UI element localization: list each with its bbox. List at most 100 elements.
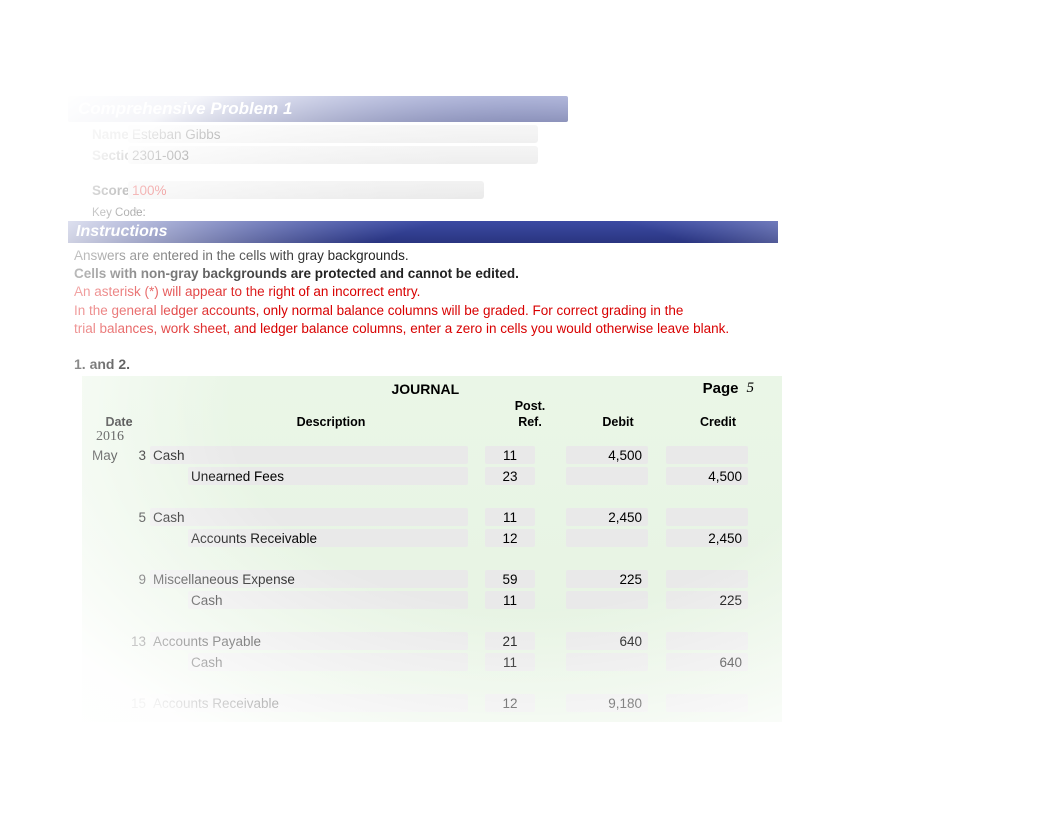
journal-table: JOURNAL Page 5 Post. Date Description Re… — [82, 376, 782, 722]
keycode-row: Key Code: 2 — [68, 207, 788, 219]
journal-gap-row — [88, 549, 776, 569]
credit-cell[interactable] — [666, 508, 748, 526]
section-label: Section: — [68, 148, 128, 163]
debit-outer: 640 — [548, 632, 648, 650]
keycode-label: Key Code: — [68, 207, 128, 219]
day-cell: 3 — [122, 448, 150, 463]
description-outer: Accounts Payable — [150, 632, 472, 650]
problem-title-bar: Comprehensive Problem 1 — [68, 96, 568, 122]
debit-outer: 2,450 — [548, 508, 648, 526]
debit-outer: 9,180 — [548, 694, 648, 712]
instruction-line-1: Answers are entered in the cells with gr… — [74, 247, 772, 265]
journal-column-headers: Post. — [88, 399, 776, 413]
debit-outer — [548, 467, 648, 485]
post-ref-cell[interactable]: 11 — [485, 446, 535, 464]
post-ref-cell[interactable]: 11 — [485, 591, 535, 609]
journal-gap-row — [88, 673, 776, 693]
journal-row: Cash 11 225 — [88, 590, 776, 610]
name-input[interactable]: Esteban Gibbs — [128, 125, 538, 143]
instructions-title: Instructions — [76, 223, 168, 240]
day-cell: 13 — [122, 634, 150, 649]
post-ref-outer: 11 — [472, 653, 548, 671]
debit-cell[interactable] — [566, 467, 648, 485]
debit-cell[interactable] — [566, 653, 648, 671]
credit-outer — [648, 632, 748, 650]
journal-row: 5Cash 11 2,450 — [88, 507, 776, 527]
description-cell[interactable]: Accounts Payable — [150, 632, 468, 650]
post-ref-header-bottom: Ref. — [492, 415, 568, 429]
post-ref-cell[interactable]: 59 — [485, 570, 535, 588]
post-ref-outer: 59 — [472, 570, 548, 588]
description-outer: Accounts Receivable — [150, 694, 472, 712]
credit-cell[interactable] — [666, 694, 748, 712]
journal-row: Accounts Receivable 12 2,450 — [88, 528, 776, 548]
post-ref-cell[interactable]: 21 — [485, 632, 535, 650]
description-outer: Cash — [150, 653, 472, 671]
debit-cell[interactable] — [566, 529, 648, 547]
month-cell: May — [88, 448, 122, 463]
debit-outer: 4,500 — [548, 446, 648, 464]
debit-cell[interactable]: 2,450 — [566, 508, 648, 526]
post-ref-outer: 11 — [472, 591, 548, 609]
credit-outer — [648, 694, 748, 712]
credit-outer — [648, 446, 748, 464]
debit-header: Debit — [568, 415, 668, 429]
journal-row: 9Miscellaneous Expense59225 — [88, 569, 776, 589]
description-cell[interactable]: Cash — [150, 508, 468, 526]
problem-title: Comprehensive Problem 1 — [78, 99, 292, 118]
score-cell: 100% — [128, 181, 484, 199]
credit-cell[interactable] — [666, 570, 748, 588]
post-ref-cell[interactable]: 11 — [485, 508, 535, 526]
credit-cell[interactable] — [666, 632, 748, 650]
debit-outer: 225 — [548, 570, 648, 588]
credit-cell[interactable]: 2,450 — [666, 529, 748, 547]
credit-cell[interactable]: 225 — [666, 591, 748, 609]
journal-gap-row — [88, 487, 776, 507]
credit-cell[interactable] — [666, 446, 748, 464]
post-ref-cell[interactable]: 12 — [485, 694, 535, 712]
debit-cell[interactable]: 225 — [566, 570, 648, 588]
debit-cell[interactable]: 640 — [566, 632, 648, 650]
debit-cell[interactable]: 9,180 — [566, 694, 648, 712]
description-cell[interactable]: Miscellaneous Expense — [150, 570, 468, 588]
section-input[interactable]: 2301-003 — [128, 146, 538, 164]
journal-title: JOURNAL — [148, 381, 703, 397]
description-cell[interactable]: Cash — [188, 591, 468, 609]
credit-cell[interactable]: 4,500 — [666, 467, 748, 485]
debit-cell[interactable] — [566, 591, 648, 609]
journal-title-row: JOURNAL Page 5 — [88, 380, 776, 397]
description-outer: Accounts Receivable — [150, 529, 472, 547]
debit-outer — [548, 529, 648, 547]
post-ref-cell[interactable]: 11 — [485, 653, 535, 671]
section-value: 2301-003 — [132, 148, 189, 163]
post-ref-outer: 12 — [472, 694, 548, 712]
page-label: Page — [703, 380, 743, 397]
description-cell[interactable]: Unearned Fees — [188, 467, 468, 485]
name-row: Name: Esteban Gibbs — [68, 125, 788, 143]
instructions-body: Answers are entered in the cells with gr… — [68, 243, 778, 342]
question-number: 1. and 2. — [68, 356, 788, 372]
instruction-line-4: In the general ledger accounts, only nor… — [74, 302, 772, 320]
day-cell: 15 — [122, 696, 150, 711]
post-ref-cell[interactable]: 23 — [485, 467, 535, 485]
post-ref-cell[interactable]: 12 — [485, 529, 535, 547]
name-label: Name: — [68, 127, 128, 142]
credit-cell[interactable]: 640 — [666, 653, 748, 671]
post-ref-outer: 21 — [472, 632, 548, 650]
journal-year: 2016 — [88, 429, 776, 445]
journal-row: May3Cash 11 4,500 — [88, 445, 776, 465]
day-cell: 5 — [122, 510, 150, 525]
description-outer: Cash — [150, 446, 472, 464]
instructions-bar: Instructions — [68, 221, 778, 243]
post-ref-outer: 11 — [472, 446, 548, 464]
description-cell[interactable]: Accounts Receivable — [150, 694, 468, 712]
post-ref-outer: 11 — [472, 508, 548, 526]
description-cell[interactable]: Accounts Receivable — [188, 529, 468, 547]
credit-outer: 225 — [648, 591, 748, 609]
credit-outer: 640 — [648, 653, 748, 671]
debit-cell[interactable]: 4,500 — [566, 446, 648, 464]
description-cell[interactable]: Cash — [188, 653, 468, 671]
keycode-value: 2 — [128, 207, 138, 219]
score-row: Score: 100% — [68, 181, 788, 199]
description-cell[interactable]: Cash — [150, 446, 468, 464]
